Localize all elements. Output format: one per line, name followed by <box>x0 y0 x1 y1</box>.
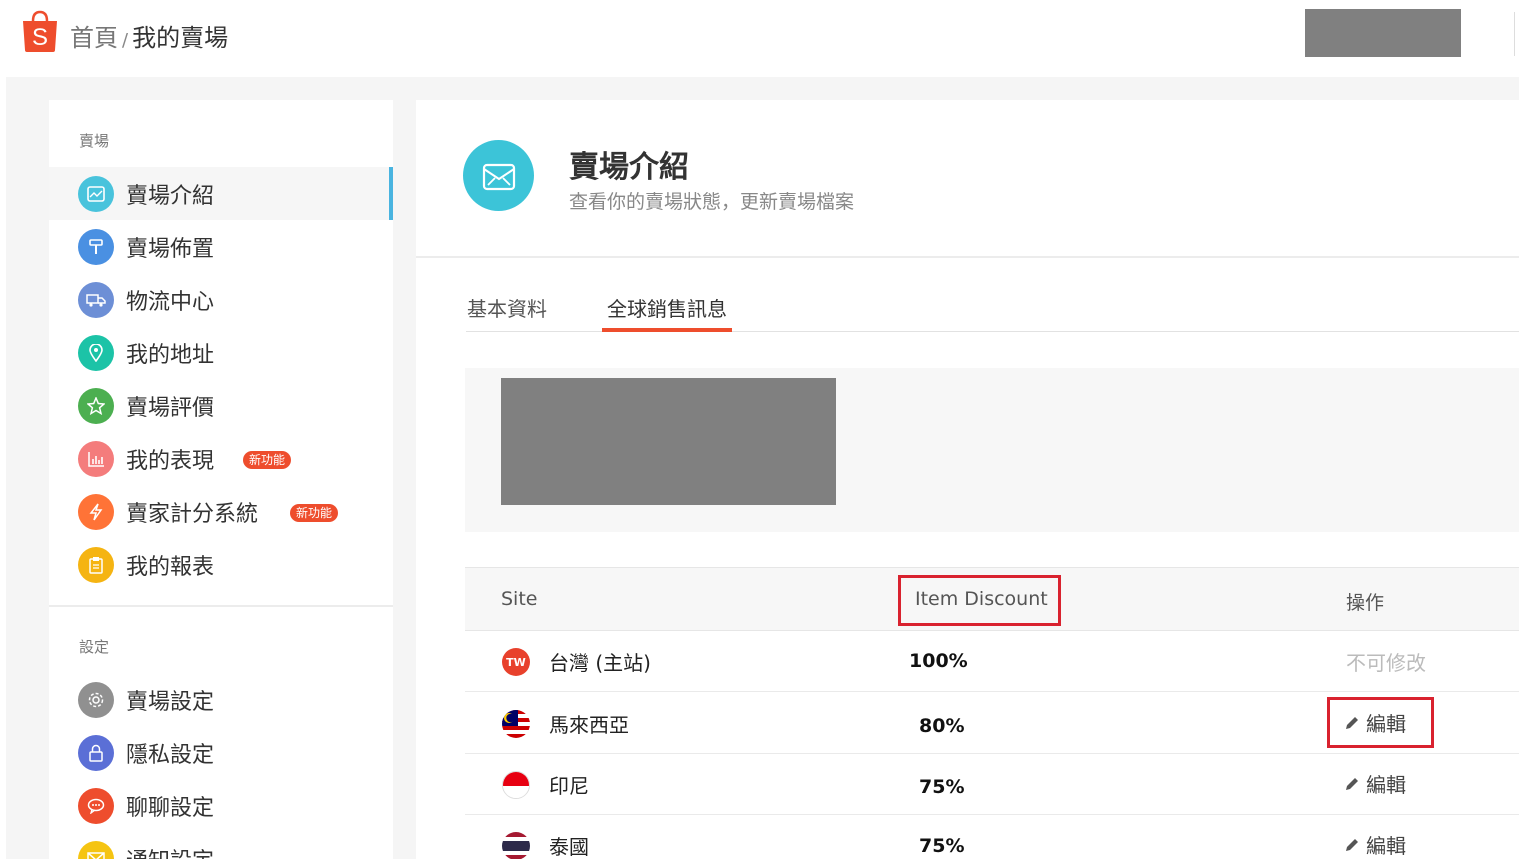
star-icon <box>78 388 114 424</box>
tab-basic-info[interactable]: 基本資料 <box>467 293 547 322</box>
sidebar-item-label: 我的表現 <box>126 449 215 474</box>
sidebar-item-seller-score[interactable]: 賣家計分系統 新功能 <box>49 485 393 538</box>
account-menu[interactable] <box>1305 9 1461 57</box>
table-row: 泰國 75% 編輯 <box>465 815 1519 859</box>
pencil-icon <box>1346 838 1358 851</box>
sidebar-item-label: 賣家計分系統 <box>126 502 259 527</box>
sidebar-item-privacy-settings[interactable]: 隱私設定 <box>49 726 393 779</box>
sidebar-item-label: 物流中心 <box>126 290 215 315</box>
new-feature-badge: 新功能 <box>243 451 292 469</box>
edit-button[interactable]: 編輯 <box>1344 830 1406 859</box>
flag-text: TW <box>506 655 526 669</box>
redacted-banner-image <box>501 378 836 505</box>
edit-label: 編輯 <box>1366 834 1406 858</box>
sidebar-item-chat-settings[interactable]: 聊聊設定 <box>49 779 393 832</box>
paint-roller-icon <box>78 229 114 265</box>
new-feature-badge: 新功能 <box>290 504 339 522</box>
active-tab-indicator <box>602 328 732 332</box>
sidebar-item-shop-settings[interactable]: 賣場設定 <box>49 673 393 726</box>
sidebar-item-label: 我的報表 <box>126 555 215 580</box>
breadcrumb-home-link[interactable]: 首頁 <box>70 24 118 52</box>
malaysia-flag-icon <box>502 710 530 738</box>
svg-text:S: S <box>32 24 48 51</box>
sidebar-item-label: 我的地址 <box>126 343 215 368</box>
sidebar-divider <box>49 605 393 607</box>
chat-bubble-icon <box>78 788 114 824</box>
table-row: 馬來西亞 80% 編輯 <box>465 693 1519 754</box>
lock-icon <box>78 735 114 771</box>
taiwan-flag-icon: TW <box>502 648 530 676</box>
highlight-box <box>898 575 1061 626</box>
header-divider <box>416 256 1519 258</box>
page-subtitle: 查看你的賣場狀態，更新賣場檔案 <box>569 191 855 213</box>
sidebar-item-notification-settings[interactable]: 通知設定 <box>49 832 393 859</box>
gear-icon <box>78 682 114 718</box>
page-title: 賣場介紹 <box>569 150 689 185</box>
discount-value: 100% <box>909 650 968 672</box>
sidebar-item-label: 賣場介紹 <box>126 184 215 209</box>
sidebar-item-label: 聊聊設定 <box>126 796 215 821</box>
shop-intro-icon <box>78 176 114 212</box>
pencil-icon <box>1346 777 1358 790</box>
sidebar-item-label: 賣場評價 <box>126 396 215 421</box>
bar-chart-icon <box>78 441 114 477</box>
sidebar-item-my-address[interactable]: 我的地址 <box>49 326 393 379</box>
discount-value: 80% <box>919 715 965 737</box>
tab-global-sales-info[interactable]: 全球銷售訊息 <box>607 293 727 322</box>
thailand-flag-icon <box>502 832 530 859</box>
breadcrumb-current: 我的賣場 <box>132 24 229 52</box>
highlight-box <box>1327 697 1434 748</box>
top-bar: S 首頁 / 我的賣場 <box>0 0 1519 77</box>
location-pin-icon <box>78 335 114 371</box>
site-name: 馬來西亞 <box>549 713 629 737</box>
column-header-action: 操作 <box>1346 592 1385 614</box>
sidebar-section-title-settings: 設定 <box>79 638 110 656</box>
truck-icon <box>78 282 114 318</box>
table-row: 印尼 75% 編輯 <box>465 754 1519 815</box>
shopee-logo-icon[interactable]: S <box>20 10 60 52</box>
sidebar-item-my-performance[interactable]: 我的表現 新功能 <box>49 432 393 485</box>
sidebar-item-logistics[interactable]: 物流中心 <box>49 273 393 326</box>
breadcrumb: 首頁 / 我的賣場 <box>70 18 228 53</box>
column-header-site: Site <box>501 588 538 610</box>
sidebar-item-label: 通知設定 <box>126 843 214 859</box>
sidebar-item-shop-intro[interactable]: 賣場介紹 <box>49 167 393 220</box>
sidebar: 賣場 賣場介紹 賣場佈置 物流中心 我的地址 賣場評價 我的表現 新功能 賣家計… <box>49 100 393 859</box>
sidebar-section-title-shop: 賣場 <box>79 132 110 150</box>
site-name: 印尼 <box>549 774 589 798</box>
sidebar-item-label: 賣場佈置 <box>126 237 215 262</box>
sidebar-item-label: 賣場設定 <box>126 690 215 715</box>
lightning-icon <box>78 494 114 530</box>
discount-value: 75% <box>919 835 965 857</box>
clipboard-icon <box>78 547 114 583</box>
sidebar-item-label: 隱私設定 <box>126 743 215 768</box>
sidebar-item-shop-ratings[interactable]: 賣場評價 <box>49 379 393 432</box>
table-row: TW 台灣 (主站) 100% 不可修改 <box>465 631 1519 692</box>
main-panel: 賣場介紹 查看你的賣場狀態，更新賣場檔案 基本資料 全球銷售訊息 Site It… <box>416 100 1519 859</box>
not-editable-label: 不可修改 <box>1346 651 1426 675</box>
header-divider <box>1514 12 1515 56</box>
sidebar-item-shop-decoration[interactable]: 賣場佈置 <box>49 220 393 273</box>
banner-area <box>465 368 1519 532</box>
envelope-icon <box>78 841 114 859</box>
global-sales-table: Site Item Discount 操作 TW 台灣 (主站) 100% 不可… <box>465 567 1519 859</box>
indonesia-flag-icon <box>502 771 530 799</box>
discount-value: 75% <box>919 776 965 798</box>
edit-button[interactable]: 編輯 <box>1344 769 1406 798</box>
sidebar-item-my-reports[interactable]: 我的報表 <box>49 538 393 591</box>
site-name: 泰國 <box>549 835 589 859</box>
edit-label: 編輯 <box>1366 773 1406 797</box>
site-name: 台灣 (主站) <box>549 651 651 675</box>
table-header: Site Item Discount 操作 <box>465 568 1519 631</box>
shop-intro-icon <box>463 140 534 211</box>
breadcrumb-separator: / <box>122 30 129 51</box>
